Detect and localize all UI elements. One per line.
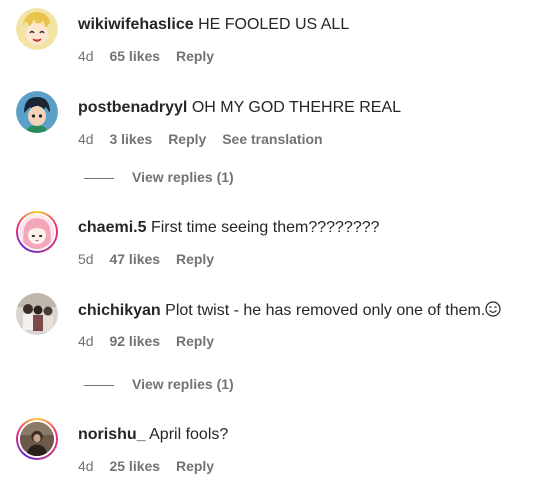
avatar[interactable] [16,211,58,253]
reply-button[interactable]: Reply [176,48,214,64]
comment-item: norishu_ April fools? 4d 25 likes Reply [16,418,551,482]
view-replies-label: View replies (1) [132,376,234,392]
reply-button[interactable]: Reply [176,333,214,349]
view-replies-button[interactable]: View replies (1) [84,169,234,189]
comment-item: chichikyan Plot twist - he has removed o… [16,293,551,357]
comment-age: 4d [78,458,94,474]
avatar-image [20,422,54,456]
comment-age: 4d [78,333,94,349]
comment-username[interactable]: norishu_ [78,426,146,443]
reply-button[interactable]: Reply [168,131,206,147]
avatar[interactable] [16,8,58,50]
avatar[interactable] [16,91,58,133]
comment-age: 5d [78,251,94,267]
comment-likes[interactable]: 92 likes [109,333,160,349]
divider-line [84,384,114,386]
comment-likes[interactable]: 25 likes [109,458,160,474]
comment-likes[interactable]: 65 likes [109,48,160,64]
view-replies-button[interactable]: View replies (1) [84,376,234,396]
comment-text: First time seeing them???????? [150,219,380,236]
comment-username[interactable]: wikiwifehaslice [78,16,194,33]
view-replies-label: View replies (1) [132,169,234,185]
comment-text: Plot twist - he has removed only one of … [165,302,486,319]
comment-username[interactable]: postbenadryyl [78,99,187,116]
avatar-image [16,293,58,335]
comment-username[interactable]: chichikyan [78,302,161,319]
comment-age: 4d [78,131,94,147]
reply-button[interactable]: Reply [176,251,214,267]
comment-item: chaemi.5 First time seeing them???????? … [16,211,551,275]
comment-likes[interactable]: 47 likes [109,251,160,267]
avatar-image [20,215,54,249]
avatar[interactable] [16,418,58,460]
comment-username[interactable]: chaemi.5 [78,219,146,236]
comment-text: HE FOOLED US ALL [198,16,350,33]
avatar[interactable] [16,293,58,335]
comment-item: postbenadryyl OH MY GOD THEHRE REAL 4d 3… [16,91,551,155]
avatar-image [16,8,58,50]
avatar-image [16,91,58,133]
comment-text: April fools? [149,426,229,443]
see-translation-link[interactable]: See translation [222,131,322,147]
divider-line [84,177,114,179]
comment-age: 4d [78,48,94,64]
comment-text: OH MY GOD THEHRE REAL [191,99,402,116]
smiling-face-icon [485,301,501,317]
comment-item: wikiwifehaslice HE FOOLED US ALL 4d 65 l… [16,8,551,72]
reply-button[interactable]: Reply [176,458,214,474]
comment-likes[interactable]: 3 likes [109,131,152,147]
